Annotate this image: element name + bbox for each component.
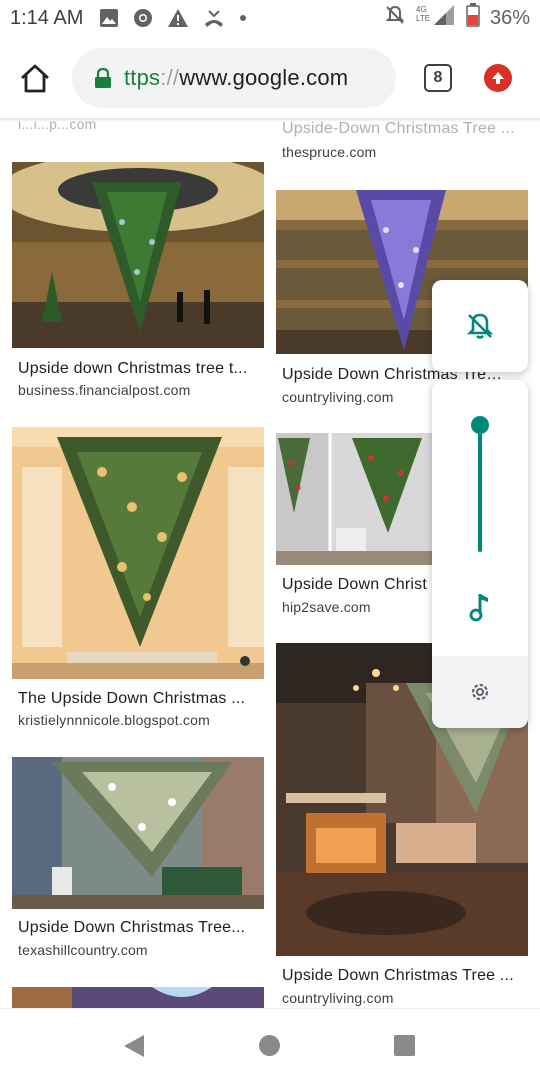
home-icon — [21, 64, 49, 93]
volume-settings-button[interactable] — [432, 656, 528, 728]
result-source[interactable]: i...i...p...com — [18, 120, 96, 132]
missed-call-icon — [203, 8, 225, 28]
result-title[interactable]: Upside Down Christmas Tree ... — [282, 967, 524, 985]
lte-signal-icon: 4G LTE — [416, 3, 456, 33]
result-source[interactable]: business.financialpost.com — [18, 382, 191, 398]
result-image[interactable] — [12, 757, 264, 909]
ringer-muted-icon — [466, 313, 494, 339]
media-volume-knob[interactable] — [471, 416, 489, 434]
status-bar: 1:14 AM 4G LTE 36% — [0, 0, 540, 36]
update-arrow-icon — [492, 72, 504, 84]
result-image[interactable] — [12, 987, 264, 1008]
tab-count: 8 — [433, 69, 443, 86]
url-scheme: ttps — [124, 65, 161, 90]
do-not-disturb-icon — [384, 4, 406, 32]
media-volume-slider[interactable] — [478, 426, 482, 552]
result-source[interactable]: countryliving.com — [282, 990, 394, 1006]
home-button[interactable] — [18, 64, 52, 94]
url-bar[interactable]: ttps://www.google.com — [72, 48, 396, 108]
lock-icon — [94, 68, 112, 88]
result-source[interactable]: kristielynnnicole.blogspot.com — [18, 712, 210, 728]
result-source[interactable]: texashillcountry.com — [18, 942, 148, 958]
image-icon — [99, 8, 119, 28]
dot-icon — [239, 14, 247, 22]
system-nav-bar — [0, 1008, 540, 1080]
gear-icon — [471, 683, 489, 701]
svg-text:LTE: LTE — [416, 14, 430, 23]
ringer-mode-button[interactable] — [432, 280, 528, 372]
result-title[interactable]: Upside Down Christmas Tree... — [18, 919, 254, 937]
home-circle-icon[interactable] — [259, 1035, 280, 1056]
battery-icon — [466, 3, 480, 33]
recents-square-icon[interactable] — [394, 1035, 415, 1056]
music-note-icon[interactable] — [468, 592, 492, 622]
result-title[interactable]: Upside-Down Christmas Tree ... — [282, 120, 528, 138]
url-separator: :// — [160, 65, 180, 90]
result-image[interactable] — [276, 433, 432, 565]
battery-percent: 36% — [489, 6, 530, 29]
warning-icon — [167, 8, 189, 28]
result-image[interactable] — [12, 427, 264, 679]
chrome-icon — [133, 8, 153, 28]
result-source[interactable]: hip2save.com — [282, 599, 371, 615]
result-title[interactable]: The Upside Down Christmas ... — [18, 690, 254, 708]
result-image[interactable] — [12, 162, 264, 348]
url-host: www.google.com — [179, 65, 349, 90]
volume-panel — [432, 380, 528, 728]
svg-text:4G: 4G — [416, 5, 427, 14]
back-icon[interactable] — [122, 1033, 146, 1064]
tab-switcher-button[interactable]: 8 — [424, 64, 452, 92]
result-title[interactable]: Upside Down Christ — [282, 576, 432, 594]
status-time: 1:14 AM — [10, 6, 84, 29]
result-title[interactable]: Upside down Christmas tree t... — [18, 360, 260, 378]
result-source[interactable]: countryliving.com — [282, 389, 394, 405]
url-text: ttps://www.google.com — [124, 65, 348, 91]
update-button[interactable] — [484, 64, 512, 92]
result-source[interactable]: thespruce.com — [282, 144, 376, 160]
